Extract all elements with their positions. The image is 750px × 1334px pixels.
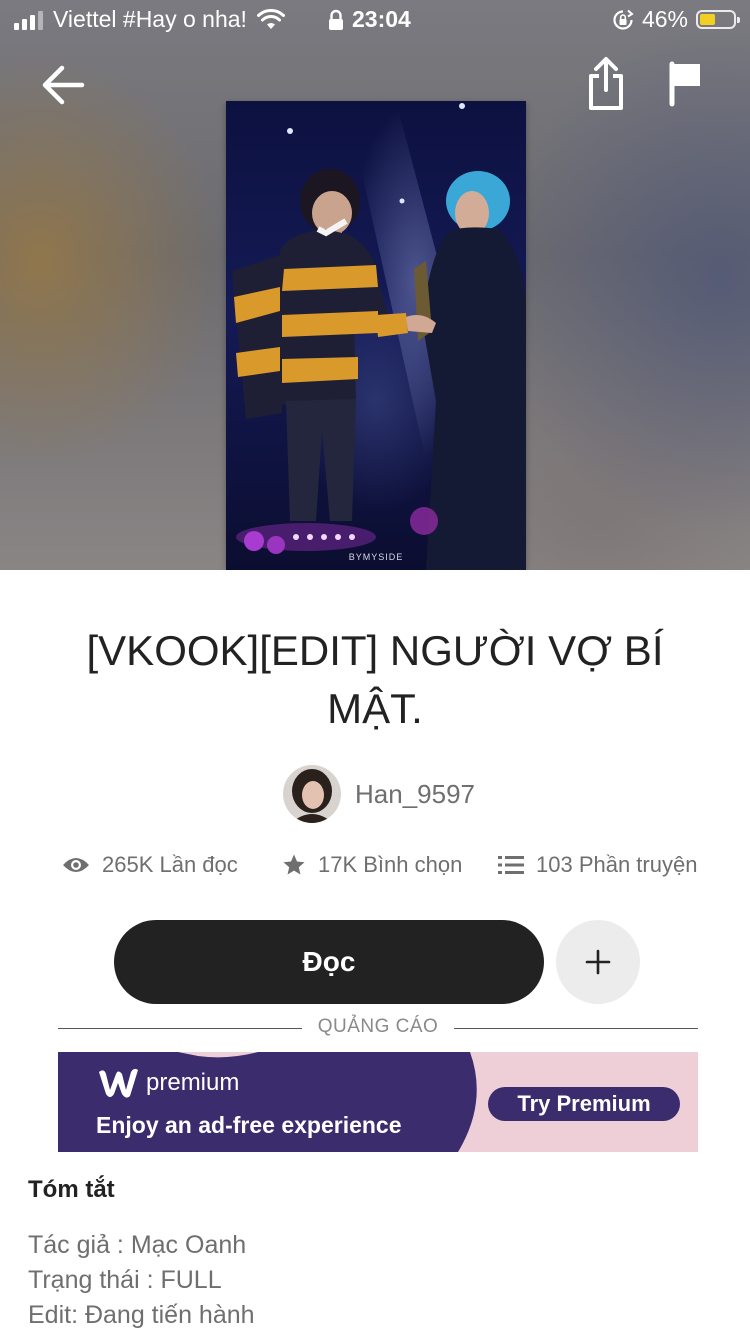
battery-icon bbox=[696, 10, 740, 29]
lock-icon bbox=[329, 9, 343, 30]
avatar-image bbox=[283, 765, 341, 823]
summary-line-author: Tác giả : Mạc Oanh bbox=[28, 1231, 247, 1259]
ad-logo: premium bbox=[96, 1066, 239, 1100]
summary-heading: Tóm tắt bbox=[28, 1176, 115, 1203]
stat-votes: 17K Bình chọn bbox=[282, 852, 462, 878]
wifi-icon bbox=[256, 8, 285, 29]
eye-icon bbox=[63, 858, 89, 872]
stat-votes-label: 17K Bình chọn bbox=[318, 852, 463, 877]
author-link[interactable]: Han_9597 bbox=[283, 765, 475, 823]
ad-brand: premium bbox=[146, 1069, 240, 1096]
star-icon bbox=[283, 854, 305, 875]
ad-divider-line-right bbox=[454, 1028, 698, 1029]
story-cover: BYMYSIDE bbox=[226, 101, 526, 570]
story-title: [VKOOK][EDIT] NGƯỜI VỢ BÍ MẬT. bbox=[86, 627, 664, 732]
share-icon bbox=[589, 57, 623, 110]
author-name[interactable]: Han_9597 bbox=[355, 779, 475, 810]
summary-text: Tác giả : Mạc Oanh Trạng thái : FULL Edi… bbox=[28, 1228, 255, 1333]
report-button[interactable] bbox=[664, 58, 708, 110]
ad-tagline: Enjoy an ad-free experience bbox=[96, 1112, 402, 1138]
status-bar: Viettel #Hay o nha! 23:04 46% bbox=[0, 0, 750, 40]
status-right: 46% bbox=[612, 6, 740, 33]
stat-parts: 103 Phần truyện bbox=[498, 852, 697, 878]
flag-icon bbox=[669, 61, 700, 107]
status-time-group: 23:04 bbox=[328, 6, 411, 33]
status-left: Viettel #Hay o nha! bbox=[14, 6, 285, 33]
signal-icon bbox=[14, 10, 43, 30]
share-button[interactable] bbox=[582, 56, 630, 112]
summary-line-status: Trạng thái : FULL bbox=[28, 1266, 222, 1294]
add-to-library-button[interactable] bbox=[556, 920, 640, 1004]
list-icon bbox=[498, 856, 524, 874]
back-button[interactable] bbox=[38, 60, 88, 110]
ad-divider: QUẢNG CÁO bbox=[58, 1016, 698, 1042]
plus-icon bbox=[585, 949, 611, 975]
clock: 23:04 bbox=[352, 6, 411, 32]
carrier-name: Viettel #Hay o nha! bbox=[53, 6, 247, 32]
ad-label: QUẢNG CÁO bbox=[317, 1016, 439, 1037]
rotation-lock-icon bbox=[613, 9, 634, 30]
try-premium-button[interactable]: Try Premium bbox=[488, 1087, 680, 1121]
read-button[interactable]: Đọc bbox=[114, 920, 544, 1004]
summary-line-edit: Edit: Đang tiến hành bbox=[28, 1301, 255, 1329]
story-stats: 265K Lần đọc 17K Bình chọn 103 Phần truy… bbox=[0, 852, 750, 892]
stat-parts-label: 103 Phần truyện bbox=[536, 852, 698, 877]
hero-background: Viettel #Hay o nha! 23:04 46% BYMYSIDE bbox=[0, 0, 750, 570]
avatar[interactable] bbox=[283, 765, 341, 823]
premium-ad-banner[interactable]: premium Enjoy an ad-free experience Try … bbox=[58, 1052, 698, 1152]
arrow-left-icon bbox=[42, 65, 85, 105]
stat-reads-label: 265K Lần đọc bbox=[102, 852, 238, 877]
cover-artwork bbox=[232, 101, 526, 570]
battery-fill bbox=[700, 14, 715, 25]
cover-watermark: BYMYSIDE bbox=[348, 552, 404, 562]
wattpad-w-icon bbox=[99, 1068, 138, 1098]
stat-reads: 265K Lần đọc bbox=[62, 852, 238, 878]
battery-percent: 46% bbox=[641, 6, 688, 32]
